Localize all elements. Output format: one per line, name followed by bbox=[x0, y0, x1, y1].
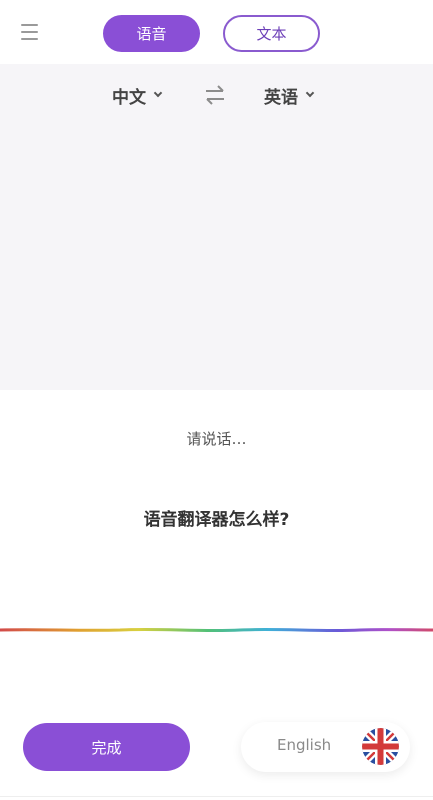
tab-voice[interactable]: 语音 bbox=[103, 15, 200, 52]
translation-panel bbox=[0, 64, 433, 390]
speak-prompt: 请说话… bbox=[186, 430, 247, 448]
source-language-selector[interactable]: 中文 bbox=[112, 79, 163, 111]
target-language-selector[interactable]: 英语 bbox=[264, 79, 315, 111]
chevron-down-icon bbox=[153, 88, 163, 98]
output-language-label: English bbox=[277, 736, 332, 754]
output-language-pill[interactable]: English bbox=[241, 722, 410, 772]
tab-text[interactable]: 文本 bbox=[223, 15, 320, 52]
hamburger-menu-icon[interactable] bbox=[21, 24, 38, 42]
target-language-label: 英语 bbox=[264, 87, 298, 108]
swap-arrows-icon[interactable] bbox=[204, 84, 226, 106]
done-button[interactable]: 完成 bbox=[23, 723, 190, 771]
top-bar: 语音 文本 bbox=[0, 0, 433, 64]
voice-waveform bbox=[0, 627, 433, 633]
chevron-down-icon bbox=[305, 88, 315, 98]
recognized-text: 语音翻译器怎么样? bbox=[143, 510, 290, 530]
source-language-label: 中文 bbox=[112, 87, 146, 108]
bottom-divider bbox=[0, 796, 433, 797]
uk-flag-icon bbox=[362, 728, 399, 765]
